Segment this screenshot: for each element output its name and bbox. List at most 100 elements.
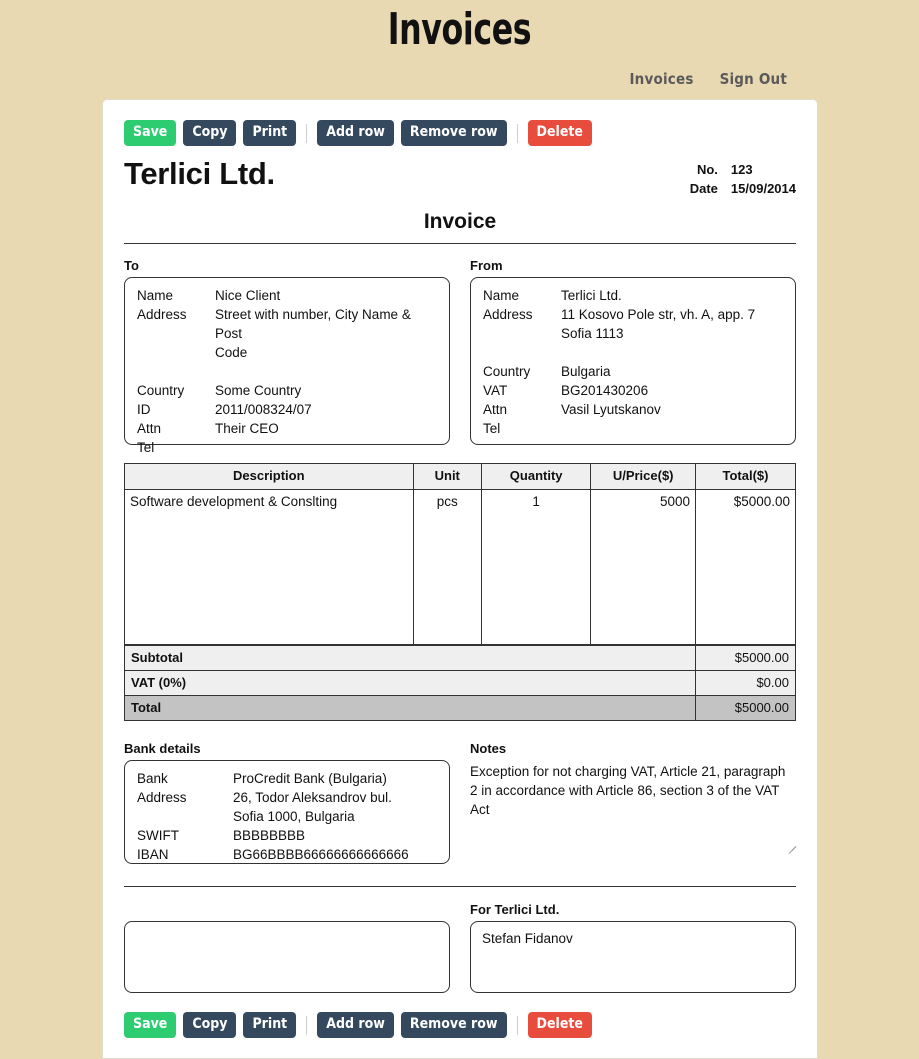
bank-name-value[interactable]: ProCredit Bank (Bulgaria) <box>233 769 437 788</box>
from-address-row: Address 11 Kosovo Pole str, vh. A, app. … <box>483 305 783 343</box>
to-country-value[interactable]: Some Country <box>215 381 437 400</box>
remove-row-button[interactable]: Remove row <box>400 120 507 146</box>
remove-row-button-bottom[interactable]: Remove row <box>400 1012 507 1038</box>
from-country-value[interactable]: Bulgaria <box>561 362 783 381</box>
to-party: To Name Nice Client Address Street with … <box>124 258 450 455</box>
toolbar-separator <box>516 1015 518 1035</box>
to-country-label: Country <box>137 383 185 398</box>
invoice-number-value[interactable]: 123 <box>731 160 753 179</box>
bank-details-box: Bank ProCredit Bank (Bulgaria) Address 2… <box>124 760 450 864</box>
bank-swift-value[interactable]: BBBBBBBB <box>233 826 437 845</box>
cell-unit[interactable]: pcs <box>412 489 482 645</box>
top-nav: Invoices Sign Out <box>0 56 919 88</box>
to-address-line2: Code <box>215 345 248 360</box>
cell-description[interactable]: Software development & Conslting <box>124 489 414 645</box>
bank-address-row: Address 26, Todor Aleksandrov bul. Sofia… <box>137 788 437 826</box>
to-tel-value[interactable] <box>215 438 437 457</box>
subtotal-value: $5000.00 <box>695 645 796 671</box>
from-attn-value[interactable]: Vasil Lyutskanov <box>561 400 783 419</box>
from-label: From <box>470 258 503 273</box>
save-button-bottom[interactable]: Save <box>124 1012 177 1038</box>
cell-unit-value: pcs <box>436 494 458 509</box>
invoice-number-label: No. <box>696 162 718 177</box>
signature-left-box[interactable] <box>124 921 450 993</box>
column-header-total: Total($) <box>695 463 796 490</box>
from-address-line1: 11 Kosovo Pole str, vh. A, app. 7 <box>561 307 756 322</box>
to-tel-label: Tel <box>137 440 155 455</box>
to-address-value[interactable]: Street with number, City Name & Post Cod… <box>215 305 437 362</box>
bank-details-section: Bank details Bank ProCredit Bank (Bulgar… <box>124 741 450 864</box>
add-row-button[interactable]: Add row <box>317 120 394 146</box>
invoice-date-label: Date <box>689 181 718 196</box>
from-box: Name Terlici Ltd. Address 11 Kosovo Pole… <box>470 277 796 445</box>
add-row-button-bottom[interactable]: Add row <box>317 1012 394 1038</box>
signature-right-box[interactable]: Stefan Fidanov <box>470 921 796 993</box>
to-country-row: Country Some Country <box>137 381 437 400</box>
from-name-value[interactable]: Terlici Ltd. <box>561 286 783 305</box>
from-country-label: Country <box>483 364 531 379</box>
save-button[interactable]: Save <box>124 120 177 146</box>
cell-unit-price[interactable]: 5000 <box>590 489 696 645</box>
signature-section: For Terlici Ltd. Stefan Fidanov <box>124 900 796 993</box>
bank-iban-row: IBAN BG66BBBB66666666666666 <box>137 845 437 864</box>
bank-address-line1: 26, Todor Aleksandrov bul. <box>233 790 392 805</box>
items-table: Description Unit Quantity U/Price($) Tot… <box>124 463 796 645</box>
notes-textarea[interactable]: Exception for not charging VAT, Article … <box>470 760 797 854</box>
column-header-quantity: Quantity <box>480 463 592 490</box>
from-vat-value[interactable]: BG201430206 <box>561 381 783 400</box>
from-party: From Name Terlici Ltd. Address 11 Kosovo… <box>470 258 796 445</box>
total-value: $5000.00 <box>695 695 796 721</box>
header-divider <box>124 243 796 244</box>
from-address-label: Address <box>483 307 533 322</box>
delete-button-bottom[interactable]: Delete <box>527 1012 592 1038</box>
cell-quantity[interactable]: 1 <box>480 489 592 645</box>
invoice-meta: No. 123 Date 15/09/2014 <box>680 160 796 198</box>
toolbar-separator <box>306 123 308 143</box>
footer-divider <box>124 886 796 887</box>
resize-grip-icon[interactable] <box>785 837 797 854</box>
bank-name-row: Bank ProCredit Bank (Bulgaria) <box>137 769 437 788</box>
notes-section: Notes Exception for not charging VAT, Ar… <box>470 741 797 864</box>
to-name-label: Name <box>137 288 174 303</box>
invoice-panel: Save Copy Print Add row Remove row Delet… <box>102 99 818 1059</box>
to-name-row: Name Nice Client <box>137 286 437 305</box>
bank-iban-label: IBAN <box>137 847 169 862</box>
notes-label: Notes <box>470 741 507 756</box>
toolbar-top: Save Copy Print Add row Remove row Delet… <box>124 120 796 146</box>
to-name-value[interactable]: Nice Client <box>215 286 437 305</box>
to-address-row: Address Street with number, City Name & … <box>137 305 437 362</box>
toolbar-separator <box>516 123 518 143</box>
nav-link-invoices[interactable]: Invoices <box>629 70 693 88</box>
bank-iban-value[interactable]: BG66BBBB66666666666666 <box>233 845 437 864</box>
to-id-label: ID <box>137 402 151 417</box>
from-tel-value[interactable] <box>561 419 783 438</box>
subtotal-row: Subtotal $5000.00 <box>123 645 796 671</box>
invoice-date-value[interactable]: 15/09/2014 <box>731 179 796 198</box>
copy-button-bottom[interactable]: Copy <box>183 1012 237 1038</box>
print-button-bottom[interactable]: Print <box>243 1012 297 1038</box>
delete-button[interactable]: Delete <box>527 120 592 146</box>
to-tel-row: Tel <box>137 438 437 457</box>
column-header-unit: Unit <box>412 463 482 490</box>
vat-label: VAT (0%) <box>123 670 697 696</box>
print-button[interactable]: Print <box>243 120 297 146</box>
totals-table: Subtotal $5000.00 VAT (0%) $0.00 Total $… <box>123 645 796 721</box>
bank-and-notes: Bank details Bank ProCredit Bank (Bulgar… <box>124 741 797 864</box>
to-id-value[interactable]: 2011/008324/07 <box>215 400 437 419</box>
from-tel-label: Tel <box>483 421 501 436</box>
copy-button[interactable]: Copy <box>183 120 237 146</box>
signature-left-label-spacer <box>124 900 450 921</box>
table-row: Software development & Conslting pcs 1 5… <box>124 489 796 645</box>
from-vat-label: VAT <box>483 383 508 398</box>
notes-text: Exception for not charging VAT, Article … <box>470 764 786 817</box>
items-table-header-row: Description Unit Quantity U/Price($) Tot… <box>124 463 796 490</box>
to-attn-value[interactable]: Their CEO <box>215 419 437 438</box>
from-address-value[interactable]: 11 Kosovo Pole str, vh. A, app. 7 Sofia … <box>561 305 783 343</box>
nav-link-sign-out[interactable]: Sign Out <box>720 70 787 88</box>
from-address-line2: Sofia 1113 <box>561 326 624 341</box>
bank-address-value[interactable]: 26, Todor Aleksandrov bul. Sofia 1000, B… <box>233 788 437 826</box>
to-box: Name Nice Client Address Street with num… <box>124 277 450 455</box>
to-id-row: ID 2011/008324/07 <box>137 400 437 419</box>
page-header: Invoices <box>0 0 919 56</box>
